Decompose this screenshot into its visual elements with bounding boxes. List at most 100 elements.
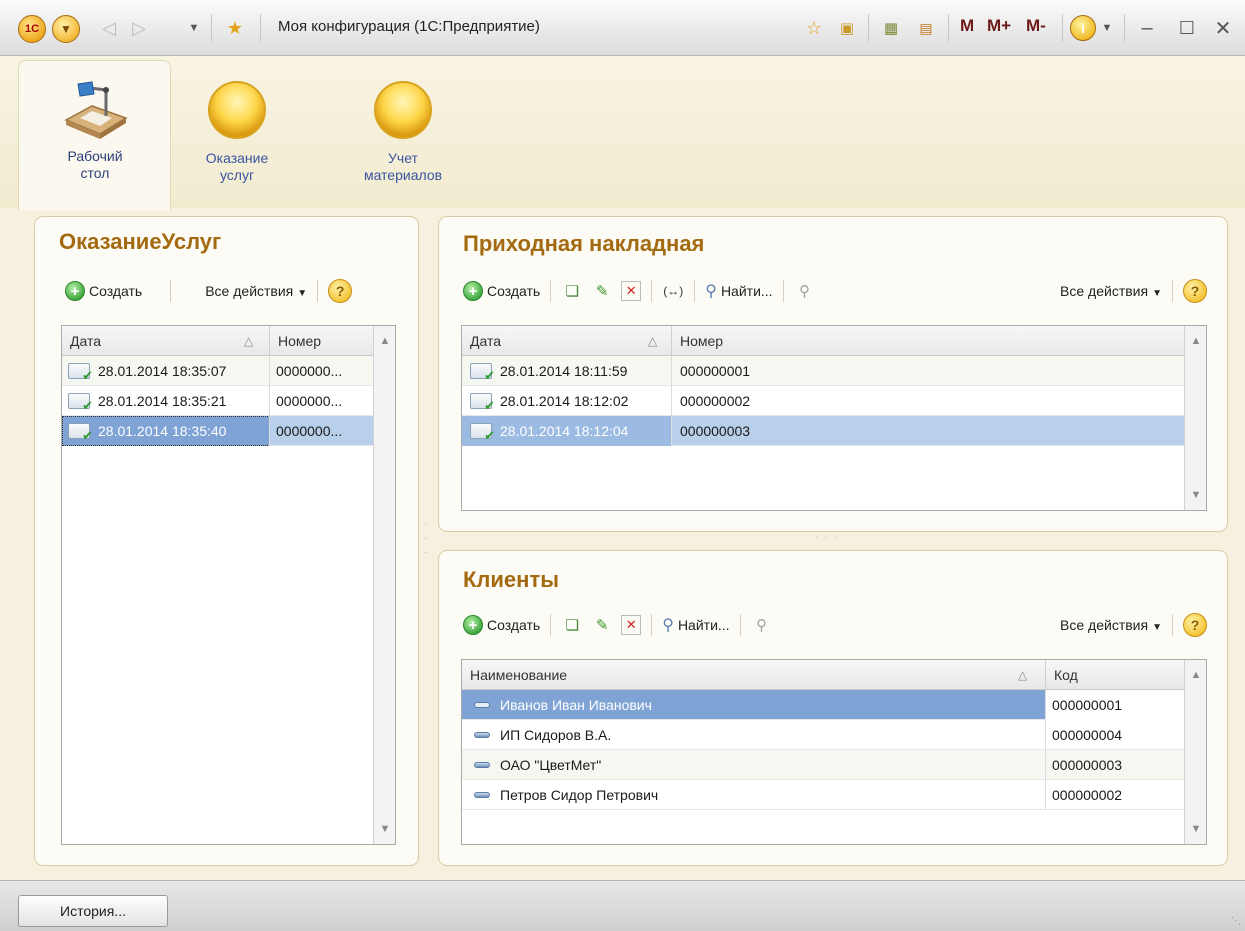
delete-icon[interactable]: ✕: [621, 615, 642, 635]
edit-pencil-icon[interactable]: ✎: [591, 614, 613, 636]
section-desktop[interactable]: Рабочий стол: [30, 78, 160, 182]
row-date: 28.01.2014 18:12:04: [500, 416, 672, 446]
table-row[interactable]: 28.01.2014 18:12:02 000000002: [462, 386, 1184, 416]
vertical-scrollbar[interactable]: ▲ ▼: [1184, 660, 1206, 844]
main-menu-icon[interactable]: ▼: [52, 15, 80, 43]
minimize-icon[interactable]: –: [1134, 14, 1160, 42]
clients-table[interactable]: Наименование △ Код Иванов Иван Иванович …: [461, 659, 1207, 845]
scroll-down-icon[interactable]: ▼: [1185, 484, 1207, 506]
add-favorite-icon[interactable]: ☆: [800, 14, 828, 42]
all-actions-label: Все действия: [205, 283, 294, 299]
find-label: Найти...: [677, 617, 730, 633]
clients-panel: Клиенты + Создать ❏ ✎ ✕ ⚲ Найти... ⚲ Все…: [438, 550, 1228, 866]
catalog-item-icon: [474, 762, 490, 768]
copy-icon[interactable]: ❏: [561, 614, 583, 636]
create-button[interactable]: + Создать: [463, 281, 540, 301]
table-row-selected[interactable]: Иванов Иван Иванович 000000001: [462, 690, 1184, 720]
services-toolbar: + Создать Все действия ▼ ?: [65, 276, 400, 306]
section-services-label-line2: услуг: [219, 167, 255, 183]
resize-grip-icon[interactable]: ⋱: [1231, 916, 1241, 927]
forward-arrow-icon[interactable]: ▷: [126, 14, 152, 42]
find-button[interactable]: ⚲ Найти...: [705, 281, 772, 301]
row-code: 000000001: [1052, 697, 1123, 713]
column-header-date[interactable]: Дата: [462, 326, 672, 356]
posted-document-icon: [470, 363, 495, 384]
table-row[interactable]: 28.01.2014 18:11:59 000000001: [462, 356, 1184, 386]
memory-plus-button[interactable]: M+: [987, 16, 1011, 36]
column-header-code[interactable]: Код: [1046, 660, 1186, 690]
favorites-star-icon[interactable]: ★: [220, 14, 250, 42]
column-header-number[interactable]: Номер: [672, 326, 1186, 356]
search-icon: ⚲: [705, 283, 717, 300]
close-icon[interactable]: ✕: [1210, 14, 1236, 42]
section-services[interactable]: Оказание услуг: [172, 78, 302, 184]
search-icon: ⚲: [662, 617, 674, 634]
copy-icon[interactable]: ❏: [561, 280, 583, 302]
all-actions-label: Все действия: [1060, 617, 1149, 633]
app-logo-icon[interactable]: 1C: [18, 15, 46, 43]
calendar-icon[interactable]: ▤: [912, 14, 940, 42]
table-row[interactable]: Петров Сидор Петрович 000000002: [462, 780, 1184, 810]
history-dropdown-icon[interactable]: ▼: [184, 14, 204, 42]
section-orb-icon: [208, 81, 266, 139]
cancel-search-icon[interactable]: ⚲: [751, 614, 773, 636]
create-button[interactable]: + Создать: [463, 615, 540, 635]
maximize-icon[interactable]: ☐: [1174, 14, 1200, 42]
services-table[interactable]: Дата △ Номер 28.01.2014 18:35:07 0000000…: [61, 325, 396, 845]
table-row-selected[interactable]: 28.01.2014 18:12:04 000000003: [462, 416, 1184, 446]
row-number: 0000000...: [276, 363, 343, 379]
memory-button[interactable]: M: [960, 16, 974, 36]
table-row[interactable]: ОАО "ЦветМет" 000000003: [462, 750, 1184, 780]
all-actions-menu[interactable]: Все действия ▼: [205, 283, 307, 299]
info-icon[interactable]: i: [1070, 15, 1096, 41]
cancel-search-icon[interactable]: ⚲: [794, 280, 816, 302]
calculator-icon[interactable]: ▦: [878, 14, 904, 42]
table-row-selected[interactable]: 28.01.2014 18:35:40 0000000...: [62, 416, 373, 446]
invoice-toolbar: + Создать ❏ ✎ ✕ (↔) ⚲ Найти... ⚲ Все дей…: [463, 276, 1207, 306]
help-icon[interactable]: ?: [328, 279, 353, 303]
create-button[interactable]: + Создать: [65, 281, 142, 301]
edit-pencil-icon[interactable]: ✎: [591, 280, 613, 302]
memory-minus-button[interactable]: M-: [1026, 16, 1046, 36]
scroll-up-icon[interactable]: ▲: [1185, 330, 1207, 352]
column-header-name[interactable]: Наименование: [462, 660, 1046, 690]
plus-icon: +: [463, 615, 483, 635]
scroll-down-icon[interactable]: ▼: [1185, 818, 1207, 840]
table-header: Дата △ Номер: [462, 326, 1184, 356]
scroll-up-icon[interactable]: ▲: [1185, 664, 1207, 686]
history-button[interactable]: История...: [18, 895, 168, 927]
table-row[interactable]: ИП Сидоров В.А. 000000004: [462, 720, 1184, 750]
column-header-date[interactable]: Дата: [62, 326, 270, 356]
back-arrow-icon[interactable]: ◁: [96, 14, 122, 42]
scroll-down-icon[interactable]: ▼: [374, 818, 396, 840]
horizontal-splitter[interactable]: ···: [815, 532, 843, 543]
sort-icon: △: [244, 334, 254, 348]
column-header-number[interactable]: Номер: [270, 326, 375, 356]
chevron-down-icon: ▼: [1152, 288, 1162, 299]
info-dropdown-icon[interactable]: ▼: [1098, 14, 1116, 42]
help-icon[interactable]: ?: [1183, 279, 1207, 303]
all-actions-menu[interactable]: Все действия ▼: [1060, 617, 1162, 633]
sort-icon: △: [1018, 668, 1028, 682]
section-orb-icon: [374, 81, 432, 139]
status-bar: История... ⋱: [0, 880, 1245, 931]
section-materials[interactable]: Учет материалов: [338, 78, 468, 184]
plus-icon: +: [65, 281, 85, 301]
favorites-list-icon[interactable]: ▣: [834, 14, 860, 42]
all-actions-menu[interactable]: Все действия ▼: [1060, 283, 1162, 299]
vertical-scrollbar[interactable]: ▲ ▼: [1184, 326, 1206, 510]
table-row[interactable]: 28.01.2014 18:35:21 0000000...: [62, 386, 373, 416]
move-date-icon[interactable]: (↔): [662, 280, 684, 302]
row-name: Петров Сидор Петрович: [500, 780, 1046, 810]
row-code: 000000002: [1052, 787, 1123, 803]
catalog-item-icon: [474, 732, 490, 738]
find-button[interactable]: ⚲ Найти...: [662, 615, 729, 635]
delete-icon[interactable]: ✕: [621, 281, 642, 301]
vertical-scrollbar[interactable]: ▲ ▼: [373, 326, 395, 844]
vertical-splitter[interactable]: · · ·: [424, 518, 430, 560]
help-icon[interactable]: ?: [1183, 613, 1207, 637]
scroll-up-icon[interactable]: ▲: [374, 330, 396, 352]
table-row[interactable]: 28.01.2014 18:35:07 0000000...: [62, 356, 373, 386]
invoice-table[interactable]: Дата △ Номер 28.01.2014 18:11:59 0000000…: [461, 325, 1207, 511]
row-date: 28.01.2014 18:35:21: [98, 386, 270, 416]
